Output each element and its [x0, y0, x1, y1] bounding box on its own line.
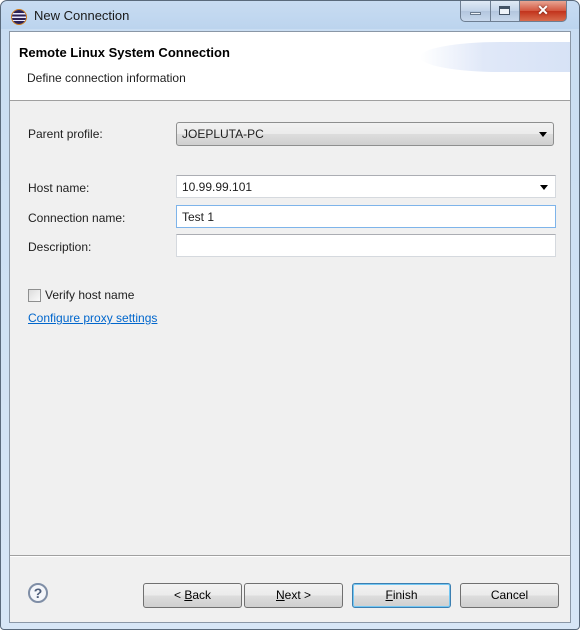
connection-name-label: Connection name: [28, 211, 126, 225]
host-name-value: 10.99.99.101 [182, 180, 253, 194]
chevron-down-icon [539, 132, 547, 137]
minimize-icon [470, 12, 481, 15]
parent-profile-select[interactable]: JOEPLUTA-PC [176, 122, 554, 146]
wizard-banner: Remote Linux System Connection Define co… [10, 32, 570, 101]
banner-decoration [420, 42, 570, 72]
configure-proxy-link[interactable]: Configure proxy settings [28, 311, 157, 325]
title-bar[interactable]: New Connection ✕ [1, 1, 579, 31]
window-title: New Connection [34, 8, 130, 23]
next-mnemonic: N [275, 588, 285, 602]
back-button[interactable]: < Back [143, 583, 242, 608]
parent-profile-label: Parent profile: [28, 127, 103, 141]
host-name-combo[interactable]: 10.99.99.101 [176, 175, 556, 198]
minimize-button[interactable] [460, 1, 491, 22]
finish-button[interactable]: Finish [352, 583, 451, 608]
finish-mnemonic: F [385, 588, 393, 602]
window-controls: ✕ [460, 1, 567, 22]
host-name-label: Host name: [28, 181, 90, 195]
cancel-button[interactable]: Cancel [460, 583, 559, 608]
back-suffix: ack [192, 588, 212, 602]
close-button[interactable]: ✕ [520, 1, 567, 22]
connection-name-input[interactable]: Test 1 [176, 205, 556, 228]
next-suffix: ext > [284, 588, 312, 602]
close-icon: ✕ [537, 2, 549, 18]
description-label: Description: [28, 240, 92, 254]
connection-name-value: Test 1 [182, 210, 215, 224]
chevron-down-icon[interactable] [540, 185, 548, 190]
verify-host-name-label[interactable]: Verify host name [45, 288, 134, 302]
eclipse-icon [12, 10, 26, 24]
verify-host-name-checkbox[interactable] [28, 288, 41, 302]
page-title: Remote Linux System Connection [19, 45, 230, 60]
description-input[interactable] [176, 234, 556, 257]
verify-host-name-option[interactable]: Verify host name [28, 288, 134, 302]
new-connection-window: New Connection ✕ Remote Linux System Con… [0, 0, 580, 630]
maximize-icon [499, 6, 510, 15]
dialog-client-area: Remote Linux System Connection Define co… [9, 31, 571, 623]
footer-divider-highlight [10, 556, 570, 557]
help-icon[interactable]: ? [28, 583, 48, 603]
next-button[interactable]: Next > [244, 583, 343, 608]
finish-suffix: inish [392, 588, 418, 602]
page-description: Define connection information [27, 71, 186, 85]
parent-profile-value: JOEPLUTA-PC [182, 127, 264, 141]
maximize-button[interactable] [491, 1, 520, 22]
back-prefix: < [173, 588, 185, 602]
